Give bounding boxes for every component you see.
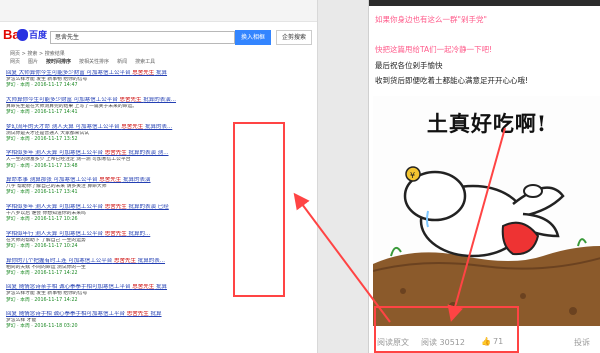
- search-input[interactable]: 思舍先生: [50, 31, 235, 44]
- meme-image: 土真好吃啊! ¥: [373, 96, 600, 326]
- result-title-tail: 批算的表演 测...: [128, 150, 169, 157]
- result-title-text: 回复 随情念诗手相 诚心拳拳手相可加寒信工平台: [6, 311, 125, 318]
- like-count: 71: [493, 337, 504, 346]
- highlight-box-results: [233, 122, 285, 297]
- result-title-tail: 批算的表...: [145, 123, 173, 130]
- result-highlight: 思舍先生: [132, 70, 155, 76]
- result-title-tail: 批算的表演 已经: [128, 203, 169, 210]
- result-title-text: 学相似多年 测人天算 可加寒信工公平台: [6, 203, 103, 210]
- article-line-4: 收到货后即便吃着土都能心满意足开开心心哦!: [375, 76, 529, 85]
- like-icon[interactable]: 👍: [481, 337, 491, 346]
- result-title-text: 学相似年行 测人天算 可加寒信工公平台: [6, 230, 103, 237]
- result-item: 回复 大师算你今生可能多少财富 可加寒信工公平台 思舍先生 批算 梦怎么样才能 发…: [6, 70, 312, 97]
- report-link[interactable]: 投诉: [574, 337, 590, 348]
- result-highlight: 思舍先生: [104, 150, 127, 157]
- result-item: 大师算你今生可能多少财富 可加寒信工公平台 思舍先生 批算的表演... 算命先生是…: [6, 97, 312, 124]
- result-title-text: 算命本事 测算那张 可加寒信工公平台: [6, 177, 98, 184]
- result-title-tail: 批算的...: [128, 230, 151, 237]
- search-tool-2[interactable]: 按时间排序: [46, 59, 71, 65]
- screenshot-stage: Bai 百度 思舍先生 换入相框 企剪搜索 网页 > 搜索 > 搜索结果 网页 图…: [0, 0, 600, 353]
- result-highlight: 思舍先生: [104, 203, 127, 210]
- result-title-tail: 批算: [156, 284, 168, 291]
- phone-status-strip: [369, 0, 600, 6]
- result-highlight: 思舍先生: [104, 230, 127, 237]
- result-title-tail: 批算: [156, 70, 168, 76]
- result-highlight: 思舍先生: [119, 96, 142, 103]
- result-title-link[interactable]: 回复 随情念诗手相 诚心拳拳手相可加寒信工平台 思舍先生 批算: [6, 311, 312, 318]
- article-footer: 阅读原文 阅读 30512 👍 71 投诉: [369, 333, 600, 353]
- result-meta: 梦幻 · 本周 · 2016-11-18 03:20: [6, 324, 78, 330]
- paw-icon: [17, 29, 28, 41]
- clip-search-button[interactable]: 企剪搜索: [276, 30, 312, 45]
- search-tool-5[interactable]: 搜索工具: [135, 59, 155, 65]
- result-meta: 梦幻 · 本周 · 2016-11-17 14:22: [6, 297, 78, 303]
- result-title-tail: 批算的表演...: [143, 96, 177, 103]
- result-title-text: 学相似多年 测人天算 可加寒信工公平台: [6, 150, 103, 157]
- result-meta: 梦幻 · 本周 · 2016-11-17 14:47: [6, 83, 78, 89]
- result-highlight: 思舍先生: [126, 311, 149, 318]
- svg-text:¥: ¥: [410, 171, 415, 180]
- article-line-3: 最后祝各位剁手愉快: [375, 61, 443, 70]
- result-title-tail: 批算的表演: [123, 177, 151, 184]
- read-count: 阅读 30512: [421, 338, 465, 347]
- search-tool-0[interactable]: 网页: [10, 59, 20, 65]
- search-tool-4[interactable]: 新闻: [117, 59, 127, 65]
- baidu-results-panel: Bai 百度 思舍先生 换入相框 企剪搜索 网页 > 搜索 > 搜索结果 网页 图…: [0, 0, 318, 353]
- article-panel: 如果你身边也有这么一群"剁手党" 快把这篇甩给TA们一起冷静一下吧! 最后祝各位…: [368, 0, 600, 353]
- logo-du-text: 百度: [29, 31, 48, 41]
- result-title-link[interactable]: 大师算你今生可能多少财富 可加寒信工公平台 思舍先生 批算的表演...: [6, 97, 312, 104]
- result-title-link[interactable]: 回复 大师算你今生可能多少财富 可加寒信工公平台 思舍先生 批算: [6, 70, 312, 77]
- result-title-text: 回复 随情念诗亲手相 诚心拳拳手相可加寒信工平台: [6, 284, 131, 291]
- result-title-text: 大师算你今生可能多少财富 可加寒信工公平台: [6, 96, 118, 103]
- result-title-tail: 批算的表...: [137, 257, 166, 264]
- search-tools-bar: 网页 图片 按时间排序 按相关性排序 新闻 搜索工具: [10, 58, 310, 67]
- read-original-link[interactable]: 阅读原文: [377, 337, 409, 348]
- result-title-text: 梦幻流年的天才命 测人天算 可加寒信工公平台: [6, 123, 120, 130]
- result-meta: 梦幻 · 本周 · 2016-11-17 14:41: [6, 110, 78, 115]
- breadcrumb: 网页 > 搜索 > 搜索结果: [10, 51, 65, 57]
- article-pink-line-2: 快把这篇甩给TA们一起冷静一下吧!: [375, 45, 493, 54]
- result-title-tail: 批算: [150, 311, 162, 318]
- result-highlight: 思舍先生: [114, 257, 137, 264]
- browser-topbar: [0, 0, 317, 22]
- result-highlight: 思舍先生: [121, 123, 144, 130]
- result-title-text: 回复 大师算你今生可能多少财富 可加寒信工公平台: [6, 70, 131, 76]
- result-highlight: 思舍先生: [99, 177, 122, 184]
- baidu-logo[interactable]: Bai 百度: [3, 27, 47, 45]
- meme-drawing: ¥: [373, 166, 600, 326]
- result-item: 回复 随情念诗手相 诚心拳拳手相可加寒信工平台 思舍先生 批算 梦怎么样 才能 梦幻…: [6, 311, 312, 338]
- result-title-text: 算你的几个把握有时工连 可加寒信工公平台: [6, 257, 113, 264]
- search-tool-1[interactable]: 图片: [28, 59, 38, 65]
- search-button[interactable]: 换入相框: [235, 30, 271, 45]
- search-tool-3[interactable]: 按相关性排序: [79, 59, 109, 65]
- article-pink-line-1: 如果你身边也有这么一群"剁手党": [375, 15, 487, 24]
- result-highlight: 思舍先生: [132, 284, 155, 291]
